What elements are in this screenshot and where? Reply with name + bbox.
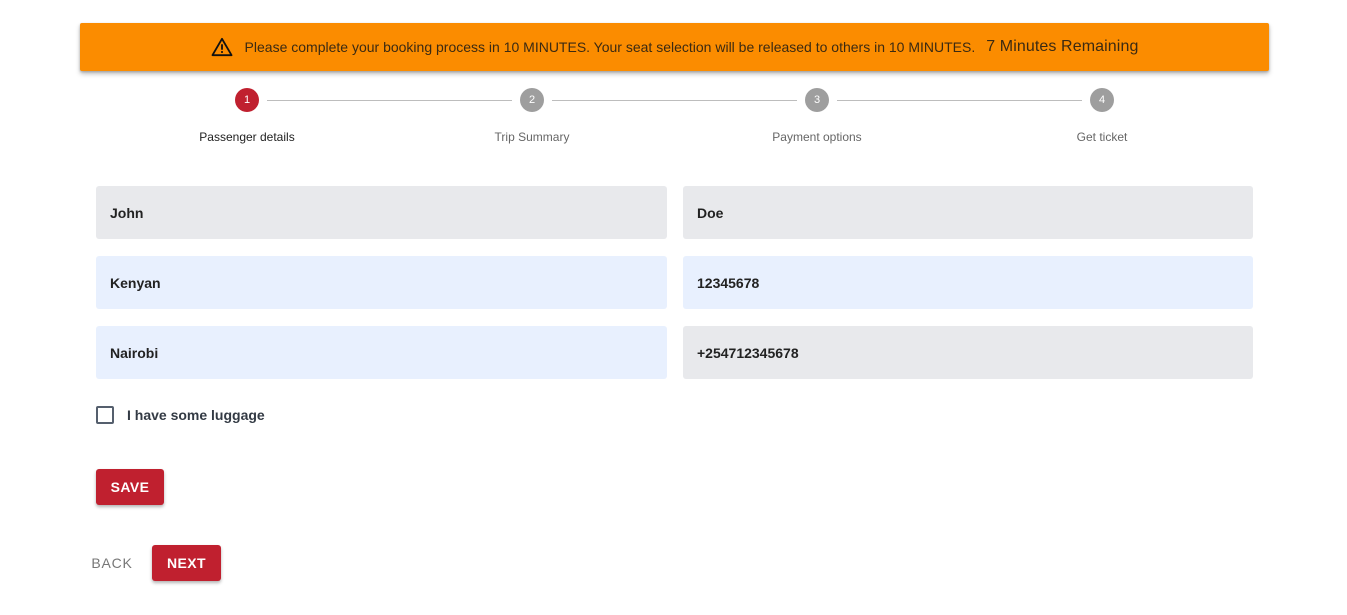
nationality-field[interactable]: Kenyan [96, 256, 667, 309]
booking-stepper: 1 2 3 4 Passenger details Trip Summary P… [96, 86, 1253, 156]
luggage-checkbox[interactable] [96, 406, 114, 424]
luggage-label[interactable]: I have some luggage [127, 407, 265, 423]
step-connector [552, 100, 797, 101]
back-button[interactable]: BACK [84, 545, 140, 581]
timer-warning-banner: Please complete your booking process in … [80, 23, 1269, 71]
next-button[interactable]: NEXT [152, 545, 221, 581]
phone-field[interactable]: +254712345678 [683, 326, 1253, 379]
save-button[interactable]: SAVE [96, 469, 164, 505]
step-4-label: Get ticket [1076, 130, 1128, 144]
step-connector [837, 100, 1082, 101]
step-2-label: Trip Summary [494, 130, 570, 144]
id-number-field[interactable]: 12345678 [683, 256, 1253, 309]
last-name-field[interactable]: Doe [683, 186, 1253, 239]
first-name-field[interactable]: John [96, 186, 667, 239]
step-4-indicator[interactable]: 4 [1090, 88, 1114, 112]
banner-message: Please complete your booking process in … [244, 39, 976, 55]
warning-icon [211, 37, 233, 57]
step-2-indicator[interactable]: 2 [520, 88, 544, 112]
city-field[interactable]: Nairobi [96, 326, 667, 379]
step-3-indicator[interactable]: 3 [805, 88, 829, 112]
step-3-label: Payment options [772, 130, 862, 144]
time-remaining: 7 Minutes Remaining [986, 38, 1139, 55]
step-1-indicator[interactable]: 1 [235, 88, 259, 112]
step-connector [267, 100, 512, 101]
luggage-option[interactable]: I have some luggage [96, 406, 265, 424]
step-1-label: Passenger details [199, 130, 295, 144]
